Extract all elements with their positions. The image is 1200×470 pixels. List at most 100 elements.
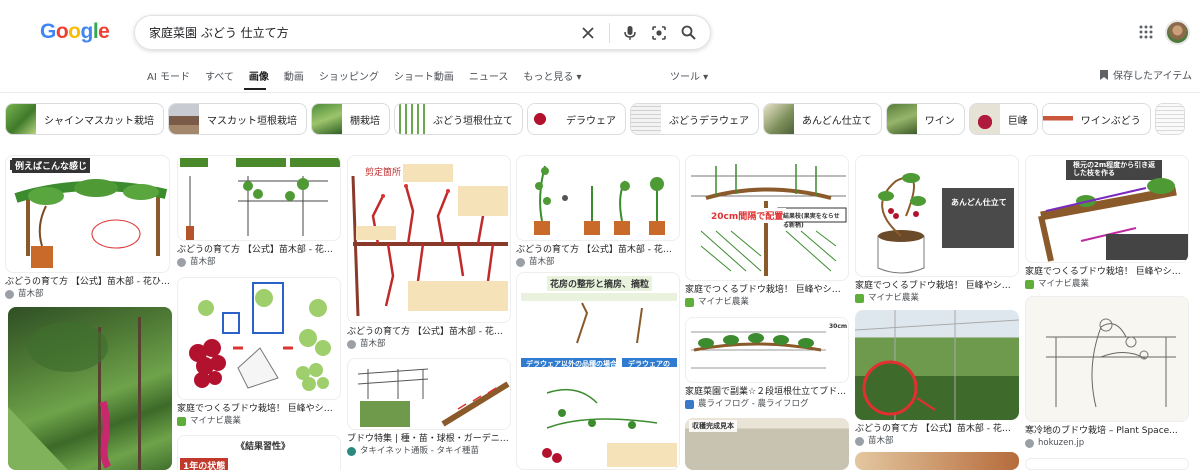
chip-wine[interactable]: ワイン: [885, 103, 965, 135]
tab-videos[interactable]: 動画: [284, 68, 304, 83]
image-result[interactable]: ぶどうの育て方 【公式】苗木部 - 花ひろ... 苗木部: [177, 155, 341, 268]
result-thumbnail: [8, 307, 172, 470]
trellis-illustration: [10, 160, 168, 268]
result-source: マイナビ農業: [1025, 278, 1189, 290]
google-logo[interactable]: Google: [40, 20, 110, 44]
saved-items-button[interactable]: 保存したアイテム: [1099, 67, 1192, 82]
image-result[interactable]: 収穫完成見本: [685, 418, 849, 470]
related-chips: シャインマスカット栽培 マスカット垣根栽培 棚栽培 ぶどう垣根仕立て デラウェア…: [5, 103, 1185, 135]
search-icon[interactable]: [674, 19, 702, 47]
source-favicon: [5, 289, 14, 299]
thumbnail-label: 結果枝(果実をならせる新梢): [783, 213, 840, 229]
result-thumbnail: [177, 155, 341, 241]
image-result[interactable]: 20cm間隔で配置 結果枝(果実をならせる新梢) 家庭でつくるブドウ栽培！ 巨峰…: [685, 155, 849, 308]
search-input[interactable]: 家庭菜園 ぶどう 仕立て方: [149, 24, 574, 41]
avatar[interactable]: [1165, 20, 1190, 45]
search-box[interactable]: 家庭菜園 ぶどう 仕立て方: [134, 15, 711, 50]
result-source: 苗木部: [516, 256, 680, 268]
chip-kyoho[interactable]: 巨峰: [968, 103, 1038, 135]
result-thumbnail: 20cm間隔で配置 結果枝(果実をならせる新梢): [685, 155, 849, 281]
result-thumbnail: 根元の2m程度から引き返した枝を作る: [1025, 155, 1189, 263]
result-source: 農ライフログ - 農ライフログ: [685, 398, 849, 410]
apps-icon[interactable]: [1138, 24, 1154, 40]
image-result[interactable]: [855, 452, 1019, 470]
result-title: ぶどうの育て方 【公式】苗木部 - 花ひろ...: [516, 245, 680, 255]
andon-pot-illustration: [877, 173, 1014, 274]
cold-climate-sketch: [1046, 318, 1176, 408]
result-source: マイナビ農業: [177, 415, 341, 427]
image-result[interactable]: ぶどうの育て方 【公式】苗木部 - 花ひろ... 苗木部: [516, 155, 680, 268]
result-title: 寒冷地のブドウ栽培 – Plant Space...: [1025, 426, 1178, 436]
chip-trellis[interactable]: 棚栽培: [311, 103, 390, 135]
thumbnail-label: デラウェア以外の品種の場合: [526, 360, 617, 368]
result-thumbnail: [1025, 458, 1189, 470]
image-result[interactable]: 根元の2m程度から引き返した枝を作る 家庭でつくるブドウ栽培！ 巨峰やシャイ..…: [1025, 155, 1189, 290]
mic-icon[interactable]: [616, 19, 644, 47]
vineyard-photo: [8, 317, 141, 470]
chip-thumbnail: [1042, 104, 1073, 134]
chip-grape-hedge[interactable]: ぶどう垣根仕立て: [394, 103, 523, 135]
logo-letter: g: [80, 20, 94, 43]
chip-thumbnail: [631, 104, 661, 134]
source-label: マイナビ農業: [190, 416, 241, 426]
image-result[interactable]: 剪定箇所 ぶどうの育て方 【公式】苗木部 - 花ひろ... 苗木部: [347, 155, 511, 350]
source-label: 農ライフログ - 農ライフログ: [698, 399, 809, 409]
image-result[interactable]: ぶどうの育て方 【公式】苗木部 - 花ひろ... 苗木部: [855, 310, 1019, 447]
image-result[interactable]: 家庭でつくるブドウ栽培！ 巨峰やシャイ... マイナビ農業: [177, 277, 341, 427]
source-favicon: [685, 297, 694, 307]
result-thumbnail: [516, 155, 680, 241]
tab-shopping[interactable]: ショッピング: [319, 68, 379, 83]
chip-label: ワインぶどう: [1080, 115, 1141, 127]
thumbnail-label: 収穫完成見本: [689, 420, 737, 432]
result-thumbnail: あんどん仕立て: [855, 155, 1019, 277]
result-thumbnail: 収穫完成見本: [685, 418, 849, 470]
greenhouse-photo: [855, 310, 1019, 420]
lens-icon[interactable]: [645, 19, 673, 47]
tab-more[interactable]: もっと見る ▾: [523, 68, 581, 83]
source-label: マイナビ農業: [868, 293, 919, 303]
chip-shine-muscat[interactable]: シャインマスカット栽培: [5, 103, 164, 135]
source-label: タキイネット通販 - タキイ種苗: [360, 446, 479, 456]
image-result[interactable]: あんどん仕立て 家庭でつくるブドウ栽培！ 巨峰やシャイ... マイナビ農業: [855, 155, 1019, 304]
thumbnail-label: あんどん仕立て: [951, 198, 1007, 207]
image-result[interactable]: 30cm 家庭菜園で副業☆２段垣根仕立てブドウ... 農ライフログ - 農ライフ…: [685, 317, 849, 410]
image-result[interactable]: 花房の整形と摘房、摘粒 デラウェア以外の品種の場合 デラウェアの場合: [516, 272, 680, 470]
chip-grape-delaware[interactable]: ぶどうデラウェア: [630, 103, 759, 135]
chip-label: あんどん仕立て: [802, 115, 872, 127]
thumbnail-label: 1年の状態: [180, 458, 229, 470]
search-divider: [609, 22, 610, 43]
result-source: hokuzen.jp: [1025, 437, 1189, 449]
chip-label: ぶどうデラウェア: [669, 115, 749, 127]
image-result[interactable]: 寒冷地のブドウ栽培 – Plant Space... hokuzen.jp: [1025, 296, 1189, 449]
thumbnail-label: 花房の整形と摘房、摘粒: [547, 276, 653, 291]
tab-all[interactable]: すべて: [205, 68, 234, 83]
chip-delaware[interactable]: デラウェア: [527, 103, 626, 135]
close-icon[interactable]: [574, 19, 602, 47]
tab-images[interactable]: 画像: [249, 68, 269, 83]
tab-news[interactable]: ニュース: [469, 68, 509, 83]
chip-muscat-hedge[interactable]: マスカット垣根栽培: [168, 103, 307, 135]
image-result[interactable]: [8, 307, 172, 470]
chip-more[interactable]: [1154, 103, 1185, 135]
chip-thumbnail: [312, 104, 342, 134]
result-title: ブドウ特集 | 種・苗・球根・ガーデニング...: [347, 434, 511, 444]
result-source: 苗木部: [5, 288, 170, 300]
tab-ai-mode[interactable]: AI モード: [147, 68, 190, 83]
image-result[interactable]: [1025, 458, 1189, 470]
chip-wine-grape[interactable]: ワインぶどう: [1041, 103, 1151, 135]
result-source: マイナビ農業: [685, 296, 849, 308]
result-source: 苗木部: [177, 256, 341, 268]
result-thumbnail: 剪定箇所: [347, 155, 511, 323]
image-result[interactable]: ブドウ特集 | 種・苗・球根・ガーデニング... タキイネット通販 - タキイ種…: [347, 358, 511, 457]
chip-andon[interactable]: あんどん仕立て: [763, 103, 882, 135]
tab-short-videos[interactable]: ショート動画: [394, 68, 454, 83]
chip-label: ぶどう垣根仕立て: [433, 115, 513, 127]
thumbnail-label: 《結果習性》: [236, 442, 291, 452]
chip-label: 棚栽培: [350, 115, 380, 127]
image-result[interactable]: 例えばこんな感じ ぶどうの育て方 【公式】苗木部 - 花ひろ... 苗木部: [5, 155, 170, 300]
chip-label: シャインマスカット栽培: [44, 115, 154, 127]
image-result[interactable]: 《結果習性》 1年の状態: [177, 435, 341, 470]
tools-button[interactable]: ツール ▾: [670, 68, 708, 83]
chip-thumbnail: [528, 104, 558, 134]
result-thumbnail: [347, 358, 511, 430]
